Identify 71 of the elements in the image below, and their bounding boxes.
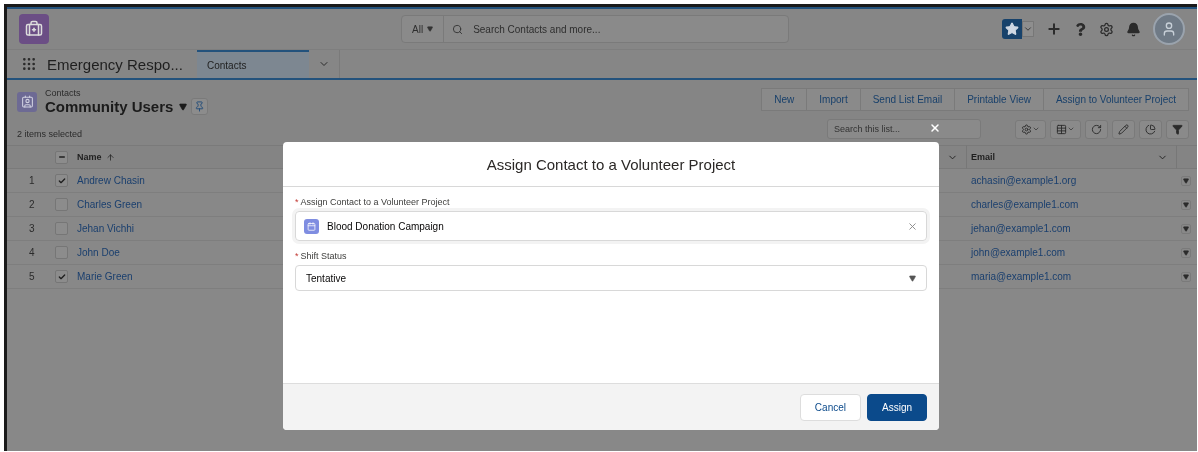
filter-icon[interactable] [1166,119,1189,139]
star-icon [1005,22,1019,36]
caret-icon [427,26,434,32]
caret-icon [1183,225,1189,232]
row-checkbox[interactable] [55,174,68,187]
row-checkbox[interactable] [55,270,68,283]
row-number: 4 [7,241,51,265]
app-name: Emergency Respo... [46,54,184,75]
chart-icon[interactable] [1139,119,1162,139]
scope-label: All [412,23,424,35]
assign-button[interactable]: Assign [867,393,927,421]
email-link[interactable]: jehan@example1.com [967,217,1177,241]
cancel-button[interactable]: Cancel [799,393,861,421]
caret-icon [1023,24,1033,34]
email-link[interactable]: achasin@example1.org [967,169,1177,193]
row-number: 1 [7,169,51,193]
favorites-button[interactable] [1002,19,1034,39]
contact-icon [17,91,37,112]
modal-title: Assign Contact to a Volunteer Project [283,142,939,187]
table-icon[interactable] [1050,119,1081,139]
row-menu-button[interactable] [1181,271,1191,282]
row-menu-button[interactable] [1181,199,1191,210]
object-label: Contacts [45,88,82,98]
pin-icon[interactable] [191,98,209,115]
pencil-icon[interactable] [1112,119,1135,139]
row-menu-button[interactable] [1181,175,1191,186]
selection-info: 2 items selected [17,129,84,139]
row-menu-button[interactable] [1181,247,1191,258]
caret-icon [1183,177,1189,184]
action-button[interactable]: Import [806,88,861,111]
caret-icon [1183,249,1189,256]
logo-icon [19,14,49,44]
column-label[interactable]: Name [77,152,102,162]
help-icon[interactable] [1074,22,1087,36]
row-menu-button[interactable] [1181,223,1191,234]
row-number: 2 [7,193,51,217]
calendar-icon [304,218,319,234]
select-all-checkbox[interactable] [55,150,68,164]
field-label: * Shift Status [295,251,348,261]
check-icon [57,272,66,281]
action-button[interactable]: New [761,88,808,111]
email-link[interactable]: john@example1.com [967,241,1177,265]
action-button[interactable]: Printable View [954,88,1044,111]
action-button[interactable]: Send List Email [859,88,956,111]
search-icon [452,23,464,35]
field-label: * Assign Contact to a Volunteer Project [295,197,451,207]
column-label[interactable]: Email [971,152,995,162]
email-link[interactable]: charles@example1.com [967,193,1177,217]
bell-icon[interactable] [1126,21,1141,37]
list-search-field[interactable]: Search this list... [827,119,981,139]
settings-icon[interactable] [1099,21,1114,37]
caret-icon [1183,201,1189,208]
action-button[interactable]: Assign to Volunteer Project [1042,88,1189,111]
caret-icon [909,274,916,282]
scope-dropdown[interactable]: All [402,16,445,42]
settings-icon[interactable] [1015,119,1046,139]
caret-icon [1183,273,1189,280]
clear-icon[interactable] [907,220,918,232]
global-search-field[interactable]: All Search Contacts and more... [401,15,789,43]
nav-tab[interactable]: Contacts [197,50,309,78]
lookup-field[interactable]: Blood Donation Campaign [295,211,927,241]
caret-icon [179,102,188,111]
avatar[interactable] [1153,13,1185,45]
row-number: 3 [7,217,51,241]
add-icon[interactable] [1046,21,1062,37]
list-view-title[interactable]: Community Users [45,98,174,115]
select-field[interactable]: Tentative [295,265,927,291]
refresh-icon[interactable] [1085,119,1108,139]
check-icon [57,176,66,185]
minus-icon [57,153,66,161]
close-icon[interactable] [929,122,941,134]
